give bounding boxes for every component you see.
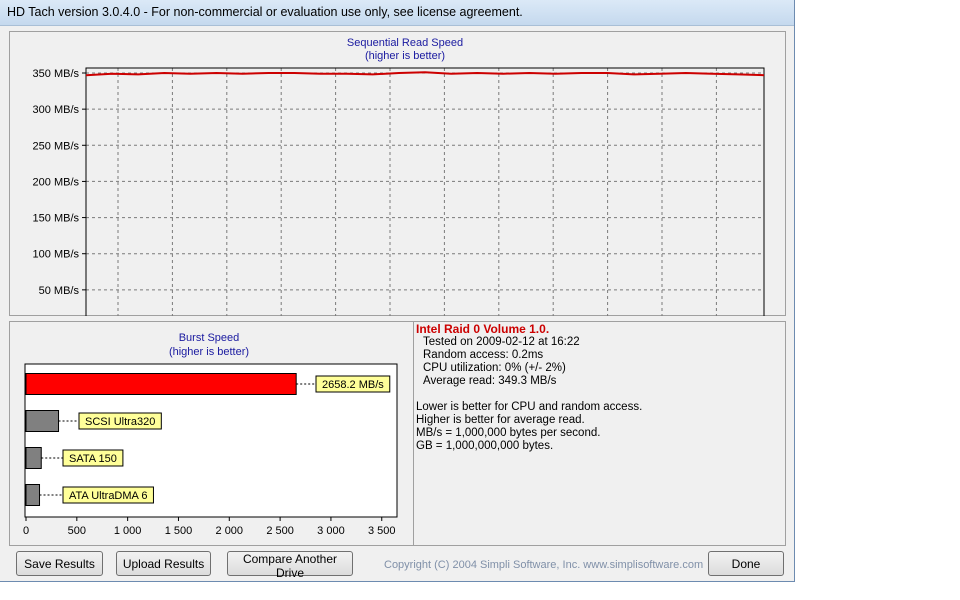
burst-chart-title: Burst Speed <box>179 332 240 344</box>
burst-xtick-label: 0 <box>23 525 29 537</box>
burst-bar-label: SCSI Ultra320 <box>85 416 155 428</box>
seq-ytick-label: 100 MB/s <box>33 249 80 261</box>
compare-drive-label: Compare Another Drive <box>242 552 338 580</box>
note-higher-better: Higher is better for average read. <box>416 414 585 426</box>
burst-chart-subtitle: (higher is better) <box>169 346 249 358</box>
burst-xtick-label: 3 000 <box>317 525 345 537</box>
burst-bar <box>25 484 41 506</box>
seq-chart-subtitle: (higher is better) <box>365 50 445 62</box>
note-gb-definition: GB = 1,000,000,000 bytes. <box>416 440 554 452</box>
save-results-label: Save Results <box>24 556 95 571</box>
drive-info: Intel Raid 0 Volume 1.0. Tested on 2009-… <box>416 323 786 453</box>
burst-xtick-label: 1 000 <box>114 525 142 537</box>
seq-ytick-label: 200 MB/s <box>33 176 80 188</box>
random-access: Random access: 0.2ms <box>423 349 544 361</box>
burst-speed-chart: Burst Speed (higher is better) 2658.2 MB… <box>23 332 398 537</box>
seq-chart-title: Sequential Read Speed <box>347 37 463 49</box>
seq-ytick-label: 250 MB/s <box>33 140 80 152</box>
copyright-text: Copyright (C) 2004 Simpli Software, Inc.… <box>384 559 704 571</box>
sequential-read-chart: Sequential Read Speed (higher is better)… <box>33 37 765 316</box>
compare-drive-button[interactable]: Compare Another Drive <box>227 551 353 580</box>
note-lower-better: Lower is better for CPU and random acces… <box>416 401 643 413</box>
burst-bar <box>25 373 297 395</box>
window-title: HD Tach version 3.0.4.0 - For non-commer… <box>7 5 523 19</box>
tested-on: Tested on 2009-02-12 at 16:22 <box>423 336 580 348</box>
sequential-read-panel: Sequential Read Speed (higher is better)… <box>9 31 786 316</box>
burst-xtick-label: 2 000 <box>216 525 244 537</box>
burst-bar <box>25 447 42 469</box>
burst-speed-panel: Burst Speed (higher is better) 2658.2 MB… <box>9 321 414 546</box>
burst-bar <box>25 410 60 432</box>
seq-ytick-label: 150 MB/s <box>33 213 80 225</box>
done-label: Done <box>731 556 761 571</box>
average-read: Average read: 349.3 MB/s <box>423 375 557 387</box>
burst-xtick-label: 500 <box>68 525 86 537</box>
title-bar[interactable]: HD Tach version 3.0.4.0 - For non-commer… <box>0 0 794 26</box>
done-button[interactable]: Done <box>708 551 784 576</box>
hdtach-window: HD Tach version 3.0.4.0 - For non-commer… <box>0 0 795 582</box>
burst-xtick-label: 3 500 <box>368 525 396 537</box>
burst-bar-label: 2658.2 MB/s <box>322 379 384 391</box>
seq-ytick-label: 300 MB/s <box>33 104 80 116</box>
seq-ytick-label: 350 MB/s <box>33 68 80 80</box>
burst-xtick-label: 1 500 <box>165 525 193 537</box>
seq-ytick-label: 50 MB/s <box>39 285 80 297</box>
save-results-button[interactable]: Save Results <box>16 551 103 576</box>
burst-xtick-label: 2 500 <box>266 525 294 537</box>
burst-bar-label: SATA 150 <box>69 453 117 465</box>
upload-results-button[interactable]: Upload Results <box>116 551 211 576</box>
burst-bar-label: ATA UltraDMA 6 <box>69 490 147 502</box>
drive-name: Intel Raid 0 Volume 1.0. <box>416 322 550 336</box>
upload-results-label: Upload Results <box>122 556 205 571</box>
note-mbs-definition: MB/s = 1,000,000 bytes per second. <box>416 427 601 439</box>
cpu-utilization: CPU utilization: 0% (+/- 2%) <box>423 362 566 374</box>
